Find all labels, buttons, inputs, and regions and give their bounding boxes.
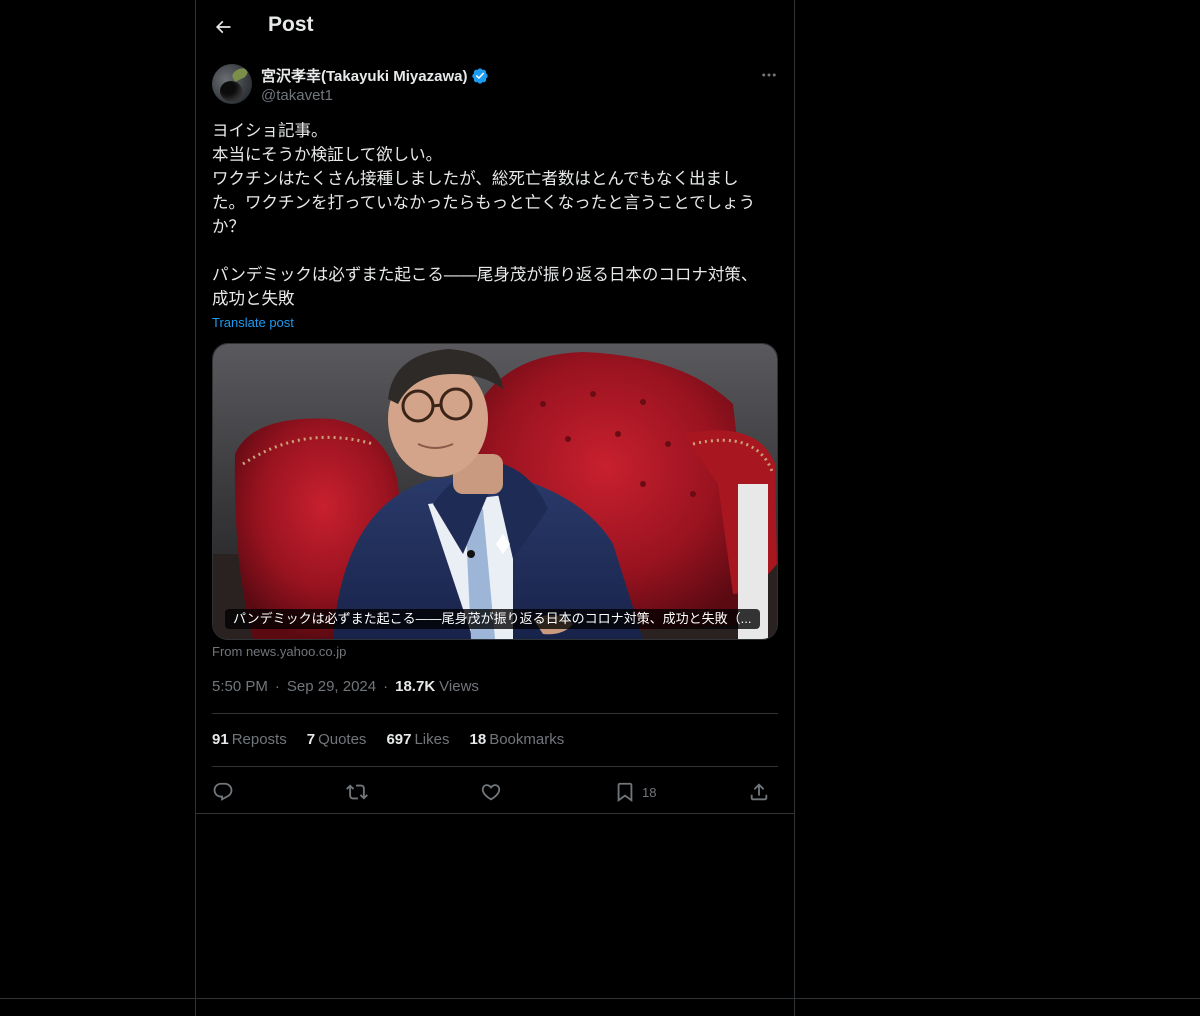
bookmark-button[interactable]: 18 [614, 778, 656, 806]
bookmark-count: 18 [642, 784, 657, 800]
divider [212, 713, 778, 714]
share-button[interactable] [748, 778, 770, 806]
meta-separator: · [274, 678, 280, 695]
post-stats: 91 Reposts 7 Quotes 697 Likes 18 Bookmarks [212, 731, 564, 748]
likes-label: Likes [414, 731, 450, 748]
post-header: Post [196, 0, 794, 54]
post-time[interactable]: 5:50 PM [212, 678, 268, 695]
post-date[interactable]: Sep 29, 2024 [287, 678, 376, 695]
share-icon [750, 783, 768, 801]
meta-separator: · [383, 678, 389, 695]
bookmarks-stat[interactable]: 18 Bookmarks [470, 731, 565, 748]
translate-post-link[interactable]: Translate post [212, 315, 294, 330]
back-button[interactable] [210, 11, 236, 43]
bookmark-icon [617, 782, 633, 803]
reposts-stat[interactable]: 91 Reposts [212, 731, 287, 748]
reposts-label: Reposts [231, 731, 287, 748]
post-text: ヨイショ記事。 本当にそうか検証して欲しい。 ワクチンはたくさん接種しましたが、… [212, 122, 758, 308]
arrow-left-icon [215, 20, 231, 34]
author-name[interactable]: 宮沢孝幸(Takayuki Miyazawa) [261, 65, 467, 86]
quotes-label: Quotes [318, 731, 367, 748]
like-button[interactable] [480, 778, 502, 806]
repost-button[interactable] [346, 778, 368, 806]
action-bar: 18 [212, 778, 778, 806]
reply-button[interactable] [212, 778, 234, 806]
reposts-count: 91 [212, 731, 229, 748]
page-bottom-rule [0, 998, 1200, 999]
likes-stat[interactable]: 697 Likes [386, 731, 449, 748]
card-caption: パンデミックは必ずまた起こる——尾身茂が振り返る日本のコロナ対策、成功と失敗（.… [225, 609, 760, 629]
card-image [213, 344, 777, 639]
heart-icon [481, 784, 501, 801]
bookmarks-count: 18 [469, 731, 487, 748]
verified-badge-icon [472, 67, 489, 84]
repost-icon [346, 784, 368, 800]
views-count: 18.7K [395, 678, 436, 695]
avatar[interactable] [212, 64, 252, 104]
link-card[interactable]: パンデミックは必ずまた起こる——尾身茂が振り返る日本のコロナ対策、成功と失敗（.… [212, 343, 778, 640]
views-label: Views [439, 678, 479, 695]
post-meta: 5:50 PM · Sep 29, 2024 · 18.7K Views [212, 678, 479, 695]
reply-icon [213, 782, 233, 801]
bookmarks-label: Bookmarks [489, 731, 565, 748]
quotes-count: 7 [306, 731, 316, 748]
more-options-button[interactable] [757, 64, 781, 86]
quotes-stat[interactable]: 7 Quotes [307, 731, 367, 748]
main-column: Post 宮沢孝幸(Takayuki Miyazawa) @takavet1 ヨ… [195, 0, 795, 1016]
likes-count: 697 [386, 731, 412, 748]
post-bottom-border [196, 813, 794, 814]
page: Post 宮沢孝幸(Takayuki Miyazawa) @takavet1 ヨ… [0, 0, 1200, 1016]
author-handle[interactable]: @takavet1 [261, 87, 333, 104]
avatar-ball [220, 81, 242, 101]
card-source[interactable]: From news.yahoo.co.jp [212, 644, 346, 659]
avatar-leaf [230, 66, 250, 82]
author-name-row[interactable]: 宮沢孝幸(Takayuki Miyazawa) [261, 65, 489, 86]
divider [212, 766, 778, 767]
more-dots-icon [762, 73, 776, 77]
page-title: Post [268, 13, 314, 36]
